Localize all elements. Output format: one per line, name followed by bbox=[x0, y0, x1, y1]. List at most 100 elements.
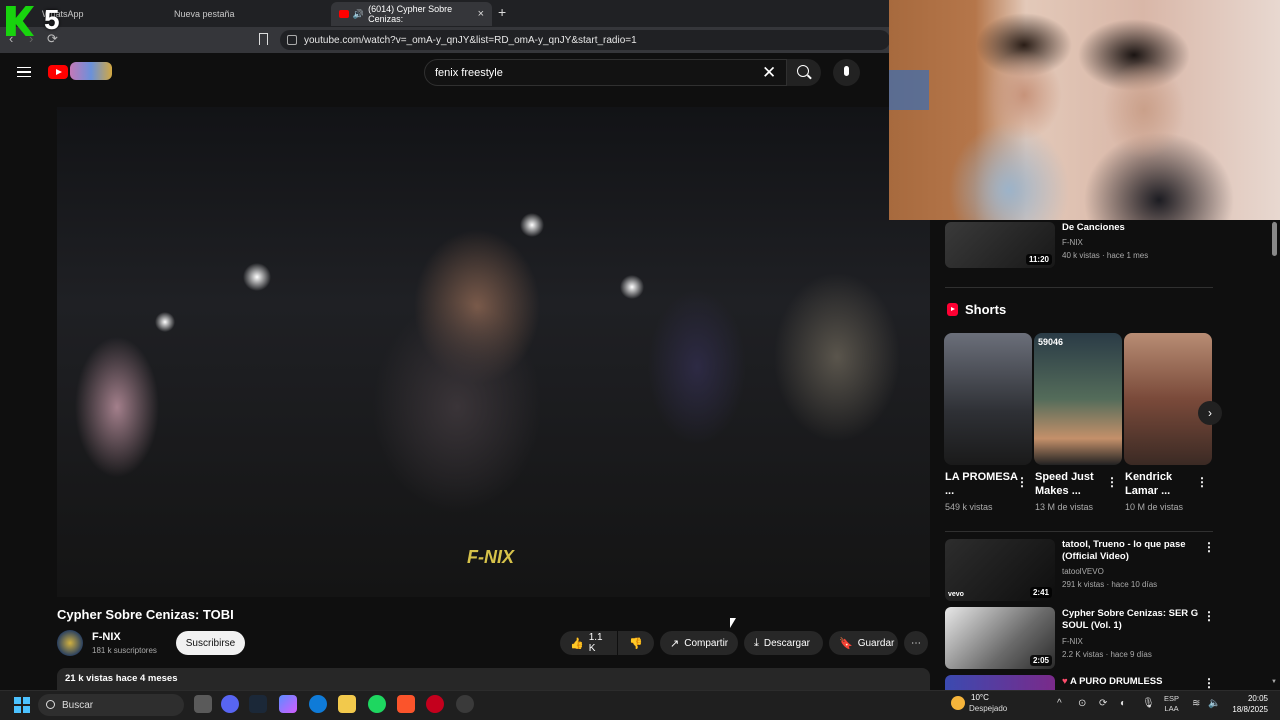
video-menu-icon[interactable]: ⋮ bbox=[1203, 540, 1215, 554]
video-menu-icon[interactable]: ⋮ bbox=[1203, 609, 1215, 623]
video-menu-icon[interactable]: ⋮ bbox=[1203, 676, 1215, 690]
search-button[interactable] bbox=[787, 59, 821, 86]
spotify-icon[interactable] bbox=[368, 695, 386, 713]
wifi-icon[interactable]: ≋ bbox=[1192, 698, 1200, 709]
url-field[interactable]: youtube.com/watch?v=_omA-y_qnJY&list=RD_… bbox=[280, 30, 890, 50]
clear-search-icon[interactable]: ✕ bbox=[762, 63, 776, 83]
related-video-title[interactable]: ♥ A PURO DRUMLESS bbox=[1062, 676, 1202, 688]
tray-overflow-icon[interactable]: ^ bbox=[1057, 698, 1062, 709]
youtube-logo-icon[interactable] bbox=[48, 65, 68, 79]
channel-name[interactable]: F-NIX bbox=[92, 631, 121, 643]
short-views: 549 k vistas bbox=[945, 502, 993, 512]
video-thumbnail[interactable]: 2:05 bbox=[945, 607, 1055, 669]
keyboard-layout: LAA bbox=[1164, 704, 1179, 713]
tab-youtube-active[interactable]: 🔊 (6014) Cypher Sobre Cenizas: × bbox=[331, 2, 492, 26]
download-button[interactable]: ⤓ Descargar bbox=[744, 631, 823, 655]
save-label: Guardar bbox=[857, 637, 895, 649]
related-video-meta: 291 k vistas · hace 10 días bbox=[1062, 580, 1158, 589]
steam-icon[interactable] bbox=[249, 695, 267, 713]
tray-app-icon[interactable]: ⊙ bbox=[1078, 698, 1086, 709]
bookmark-icon[interactable] bbox=[259, 33, 268, 45]
shorts-next-button[interactable]: › bbox=[1198, 401, 1222, 425]
obs-icon[interactable] bbox=[456, 695, 474, 713]
copilot-icon[interactable] bbox=[279, 695, 297, 713]
video-thumbnail[interactable]: 2:41 vevo bbox=[945, 539, 1055, 601]
video-title: Cypher Sobre Cenizas: TOBI bbox=[57, 607, 234, 622]
webcam-overlay bbox=[889, 0, 1280, 220]
related-video-channel[interactable]: F-NIX bbox=[1062, 237, 1083, 248]
tab-label: Nueva pestaña bbox=[174, 9, 235, 19]
share-button[interactable]: ↗ Compartir bbox=[660, 631, 738, 655]
download-label: Descargar bbox=[763, 637, 811, 649]
brave-icon[interactable] bbox=[397, 695, 415, 713]
file-explorer-icon[interactable] bbox=[338, 695, 356, 713]
tray-app-icon[interactable]: ⟳ bbox=[1099, 698, 1107, 709]
taskbar-clock[interactable]: 20:05 18/8/2025 bbox=[1224, 693, 1268, 715]
opera-gx-icon[interactable] bbox=[426, 695, 444, 713]
channel-avatar[interactable] bbox=[57, 630, 83, 656]
dislike-button[interactable]: 👎 bbox=[618, 631, 654, 655]
menu-icon[interactable] bbox=[17, 67, 31, 77]
weather-widget[interactable]: 10°C Despejado bbox=[951, 692, 1011, 718]
share-icon: ↗ bbox=[670, 637, 680, 650]
discord-icon[interactable] bbox=[221, 695, 239, 713]
video-duration: 2:05 bbox=[1029, 655, 1052, 666]
video-thumbnail[interactable]: 11:20 bbox=[945, 222, 1055, 268]
short-thumbnail[interactable]: 59046 bbox=[1034, 333, 1122, 465]
edge-icon[interactable] bbox=[309, 695, 327, 713]
scroll-down-icon[interactable]: ▼ bbox=[1271, 679, 1277, 685]
task-view-icon[interactable] bbox=[194, 695, 212, 713]
short-views: 13 M de vistas bbox=[1035, 502, 1094, 512]
vevo-badge: vevo bbox=[948, 591, 964, 598]
save-button[interactable]: 🔖 Guardar bbox=[829, 631, 898, 655]
tab-new-tab[interactable]: Nueva pestaña bbox=[166, 2, 331, 26]
taskbar-search[interactable]: Buscar bbox=[38, 694, 184, 716]
short-title[interactable]: Kendrick Lamar ... bbox=[1125, 470, 1199, 498]
youtube-doodle[interactable] bbox=[70, 62, 112, 80]
screen: WhatsApp Nueva pestaña 🔊 (6014) Cypher S… bbox=[0, 0, 1280, 720]
new-tab-button[interactable]: + bbox=[498, 4, 506, 20]
like-count: 1.1 K bbox=[588, 632, 603, 654]
related-video-title[interactable]: tatool, Trueno - lo que pase (Official V… bbox=[1062, 539, 1202, 563]
language-code: ESP bbox=[1164, 694, 1180, 703]
related-video-title-text: A PURO DRUMLESS bbox=[1069, 676, 1163, 687]
related-video-channel[interactable]: F-NIX bbox=[1062, 636, 1083, 647]
short-thumbnail[interactable] bbox=[1124, 333, 1212, 465]
clock-date: 18/8/2025 bbox=[1232, 705, 1268, 714]
windows-taskbar bbox=[0, 690, 1280, 720]
views-and-date: 21 k vistas hace 4 meses bbox=[65, 673, 178, 684]
volume-icon[interactable]: 🔈 bbox=[1208, 698, 1220, 709]
related-video-title[interactable]: Cypher Sobre Cenizas: SER G SOUL (Vol. 1… bbox=[1062, 608, 1202, 632]
tray-app-icon[interactable]: ◐ bbox=[1120, 698, 1126, 709]
short-menu-icon[interactable]: ⋮ bbox=[1106, 475, 1118, 489]
speaker-icon: 🔊 bbox=[352, 8, 365, 19]
thumbs-down-icon: 👎 bbox=[629, 637, 643, 650]
like-button[interactable]: 👍 1.1 K bbox=[560, 631, 617, 655]
related-video-title[interactable]: De Canciones bbox=[1062, 222, 1202, 234]
video-player[interactable]: F-NIX bbox=[57, 107, 930, 597]
short-title[interactable]: Speed Just Makes ... bbox=[1035, 470, 1109, 498]
bookmark-save-icon: 🔖 bbox=[839, 637, 853, 650]
more-actions-button[interactable]: ⋯ bbox=[904, 631, 928, 655]
subscribe-button[interactable]: Suscribirse bbox=[176, 631, 245, 655]
windows-start-icon[interactable] bbox=[14, 697, 30, 713]
short-thumbnail[interactable] bbox=[944, 333, 1032, 465]
related-video-channel[interactable]: tatoolVEVO bbox=[1062, 566, 1104, 577]
short-menu-icon[interactable]: ⋮ bbox=[1016, 475, 1028, 489]
site-info-icon[interactable] bbox=[287, 35, 297, 45]
weather-temperature: 10°C bbox=[971, 693, 989, 702]
close-tab-icon[interactable]: × bbox=[478, 8, 484, 20]
search-query: fenix freestyle bbox=[435, 66, 503, 79]
search-input[interactable]: fenix freestyle bbox=[424, 59, 787, 86]
description-box[interactable]: 21 k vistas hace 4 meses bbox=[57, 668, 930, 690]
heart-icon: ♥ bbox=[1062, 676, 1070, 687]
microphone-icon[interactable]: 🎙 bbox=[1142, 698, 1155, 709]
short-menu-icon[interactable]: ⋮ bbox=[1196, 475, 1208, 489]
sidebar-scrollbar[interactable] bbox=[1272, 222, 1277, 256]
related-video-meta: 2.2 K vistas · hace 9 días bbox=[1062, 650, 1152, 659]
tab-label: (6014) Cypher Sobre Cenizas: bbox=[368, 4, 453, 24]
short-title[interactable]: LA PROMESA ... bbox=[945, 470, 1019, 498]
video-thumbnail[interactable] bbox=[945, 675, 1055, 690]
language-indicator[interactable]: ESP LAA bbox=[1164, 694, 1179, 714]
voice-search-button[interactable] bbox=[833, 59, 860, 86]
